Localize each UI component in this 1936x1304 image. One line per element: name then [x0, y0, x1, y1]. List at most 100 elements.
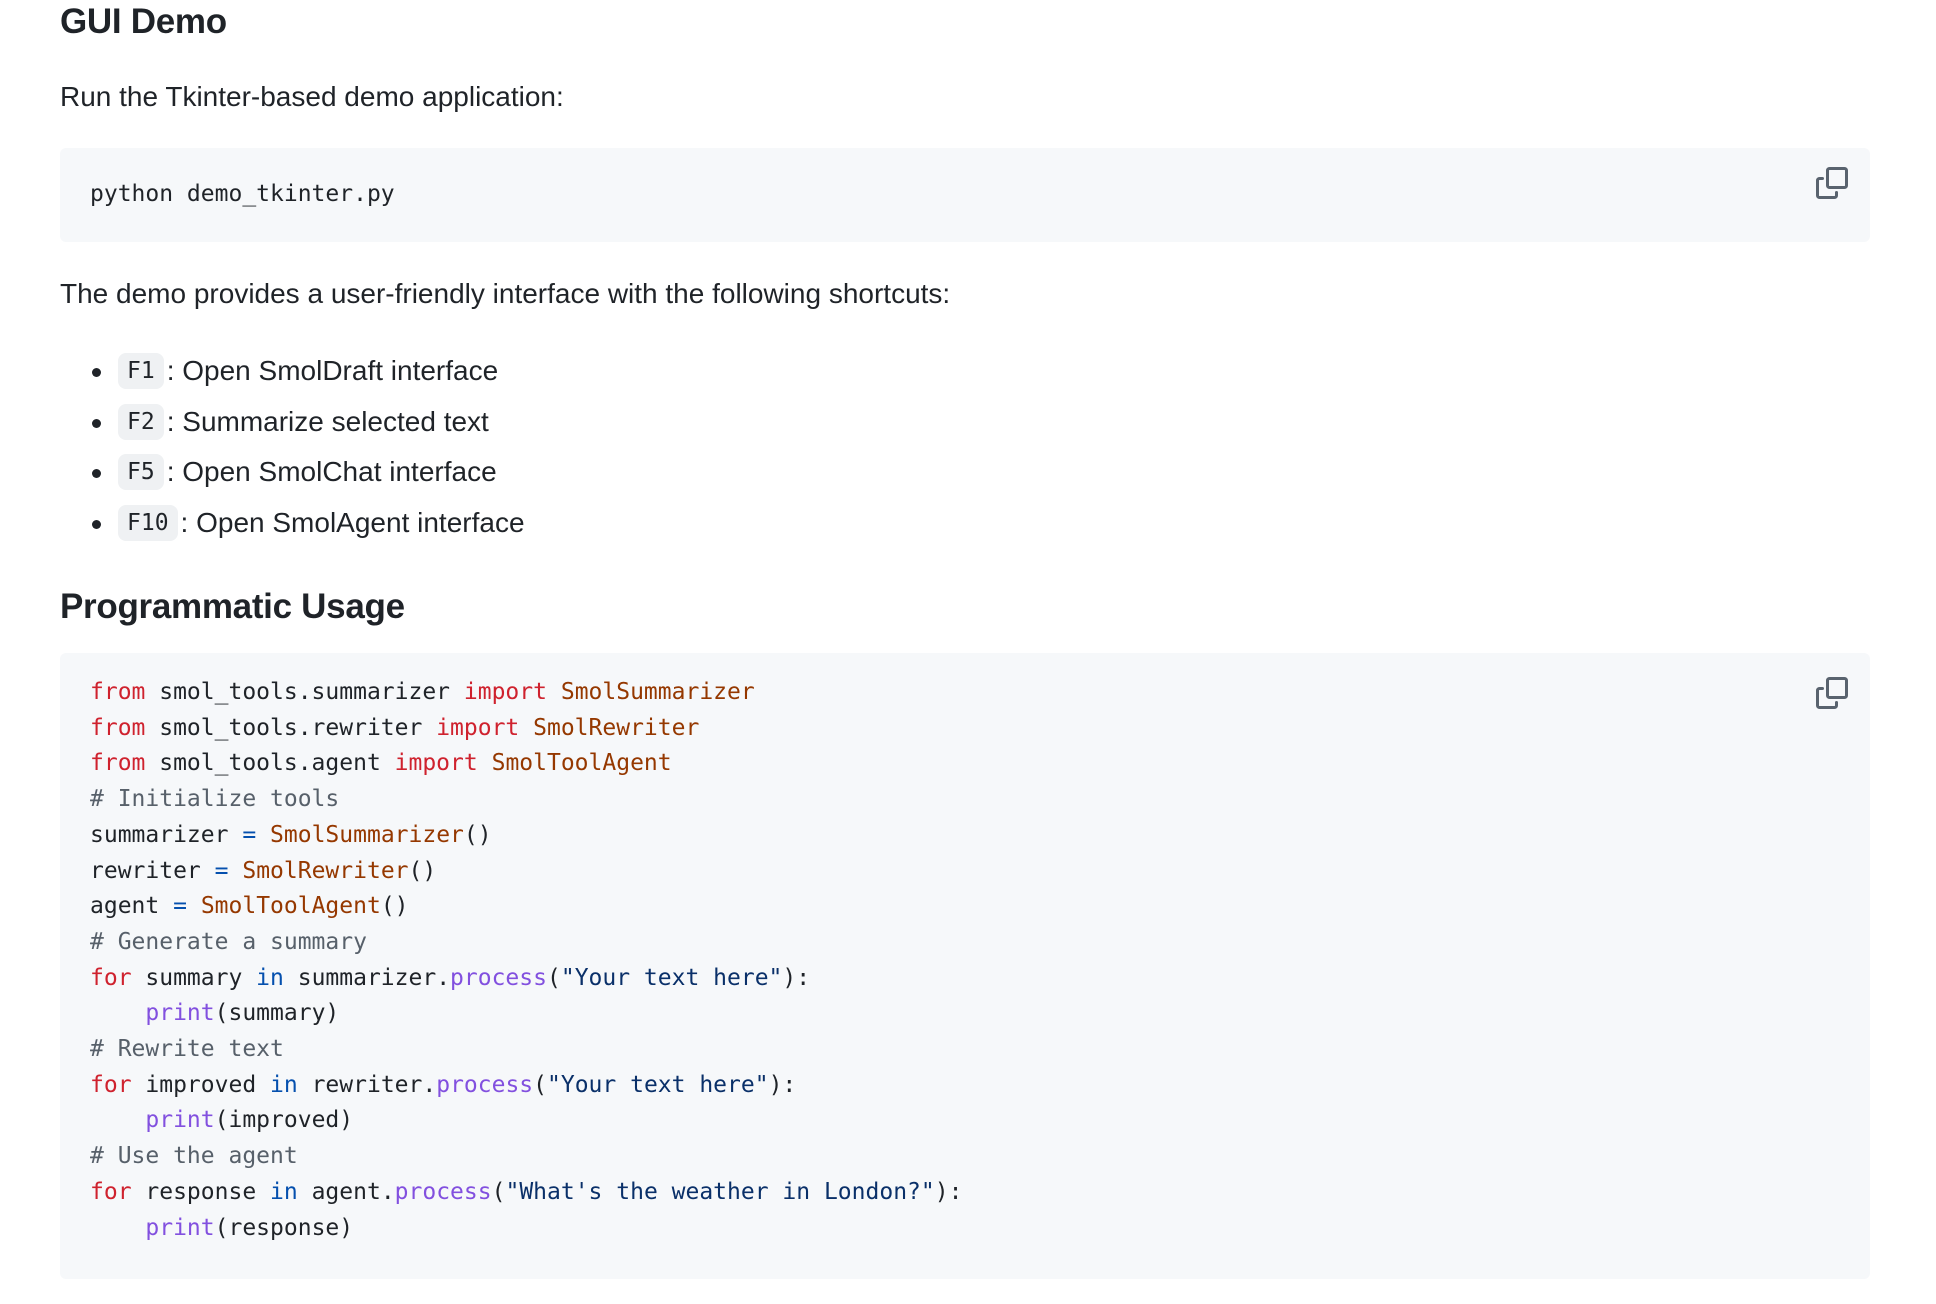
code-token: process	[450, 964, 547, 991]
bullet	[92, 519, 101, 529]
copy-icon	[1816, 167, 1848, 199]
code-token: import	[463, 679, 547, 705]
usage-code-block: from smol_tools.summarizer import SmolSu…	[60, 653, 1870, 1279]
code-token: in	[270, 1071, 298, 1098]
code-token: # Use the agent	[90, 1143, 298, 1170]
code-token: SmolToolAgent	[200, 893, 381, 920]
code-token: from	[90, 679, 146, 705]
code-line: print(improved)	[90, 1103, 962, 1139]
code-line: # Generate a summary	[90, 925, 962, 961]
programmatic-usage-heading: Programmatic Usage	[60, 587, 405, 626]
code-token: (summary)	[214, 1000, 340, 1027]
shortcut-description: : Open SmolChat interface	[166, 456, 497, 488]
bullet	[92, 418, 101, 428]
code-token: # Generate a summary	[90, 928, 367, 955]
code-token: ()	[408, 857, 437, 884]
code-token: (improved)	[214, 1107, 354, 1134]
code-token: agent.	[297, 1178, 395, 1205]
code-token: # Rewrite text	[90, 1036, 284, 1063]
code-token: summarizer.	[283, 964, 451, 991]
copy-code-button[interactable]	[1812, 673, 1852, 713]
code-token: process	[394, 1178, 492, 1205]
code-line: agent = SmolToolAgent()	[90, 889, 962, 925]
code-token: (response)	[214, 1214, 354, 1241]
code-token: improved	[131, 1071, 271, 1098]
shortcut-description: : Summarize selected text	[166, 405, 489, 437]
code-token: smol_tools.rewriter	[145, 714, 437, 741]
code-token: in	[256, 964, 284, 991]
copy-icon	[1816, 677, 1848, 709]
code-line: for improved in rewriter.process("Your t…	[90, 1068, 962, 1104]
code-token: SmolSummarizer	[560, 679, 755, 705]
code-token: ()	[463, 821, 492, 848]
code-token: summarizer	[90, 821, 243, 848]
shortcut-item: F10 : Open SmolAgent interface	[60, 498, 525, 549]
code-line: for summary in summarizer.process("Your …	[90, 961, 962, 997]
code-token: summary	[131, 964, 257, 991]
code-token: SmolSummarizer	[270, 821, 464, 848]
shortcut-key: F5	[118, 454, 164, 491]
code-token: response	[131, 1178, 271, 1205]
code-line: print(response)	[90, 1211, 962, 1247]
code-token: ):	[934, 1178, 963, 1205]
code-token: for	[90, 1071, 132, 1098]
code-line: print(summary)	[90, 996, 962, 1032]
code-line: from smol_tools.agent import SmolToolAge…	[90, 746, 962, 782]
code-token: rewriter	[90, 857, 215, 884]
code-token: SmolRewriter	[533, 714, 700, 741]
code-token: # Initialize tools	[90, 786, 340, 813]
code-token: for	[90, 964, 132, 991]
code-token: import	[394, 750, 478, 777]
code-token: from	[90, 714, 146, 741]
code-token: SmolToolAgent	[491, 750, 672, 777]
usage-code[interactable]: from smol_tools.summarizer import SmolSu…	[90, 675, 962, 1246]
gui-demo-intro: Run the Tkinter-based demo application:	[60, 81, 564, 112]
command-code-block: python demo_tkinter.py	[60, 148, 1870, 242]
code-token: smol_tools.summarizer	[145, 679, 464, 705]
gui-demo-heading: GUI Demo	[60, 2, 227, 41]
copy-command-button[interactable]	[1812, 163, 1852, 203]
code-token: "Your text here"	[547, 1071, 769, 1098]
code-token: ):	[768, 1071, 797, 1098]
code-token: for	[90, 1178, 132, 1205]
command-code[interactable]: python demo_tkinter.py	[90, 176, 395, 212]
code-token: smol_tools.agent	[145, 750, 395, 777]
code-token: import	[436, 714, 520, 741]
code-token: "Your text here"	[560, 964, 783, 991]
code-line: # Initialize tools	[90, 782, 962, 818]
bullet	[92, 368, 101, 378]
code-token: (	[533, 1071, 548, 1098]
code-token: rewriter.	[297, 1071, 437, 1098]
shortcut-key: F2	[118, 403, 164, 440]
shortcut-item: F5 : Open SmolChat interface	[60, 447, 525, 498]
code-token: agent	[90, 893, 174, 920]
shortcut-key: F10	[118, 504, 178, 541]
code-line: summarizer = SmolSummarizer()	[90, 818, 962, 854]
code-token: print	[145, 1107, 215, 1134]
shortcuts-intro: The demo provides a user-friendly interf…	[60, 278, 951, 309]
code-token: ):	[782, 964, 811, 991]
shortcut-item: F2 : Summarize selected text	[60, 397, 525, 448]
shortcut-description: : Open SmolDraft interface	[166, 355, 499, 387]
code-token: process	[436, 1071, 534, 1098]
code-line: from smol_tools.summarizer import SmolSu…	[90, 675, 962, 711]
code-token: =	[214, 857, 229, 884]
code-token: "What's the weather in London?"	[505, 1178, 935, 1205]
code-token: ()	[380, 893, 409, 920]
code-token: print	[145, 1000, 215, 1027]
code-token: =	[242, 821, 257, 848]
code-line: for response in agent.process("What's th…	[90, 1175, 962, 1211]
bullet	[92, 469, 101, 479]
code-line: from smol_tools.rewriter import SmolRewr…	[90, 711, 962, 747]
code-token: print	[145, 1214, 215, 1241]
code-line: rewriter = SmolRewriter()	[90, 854, 962, 890]
